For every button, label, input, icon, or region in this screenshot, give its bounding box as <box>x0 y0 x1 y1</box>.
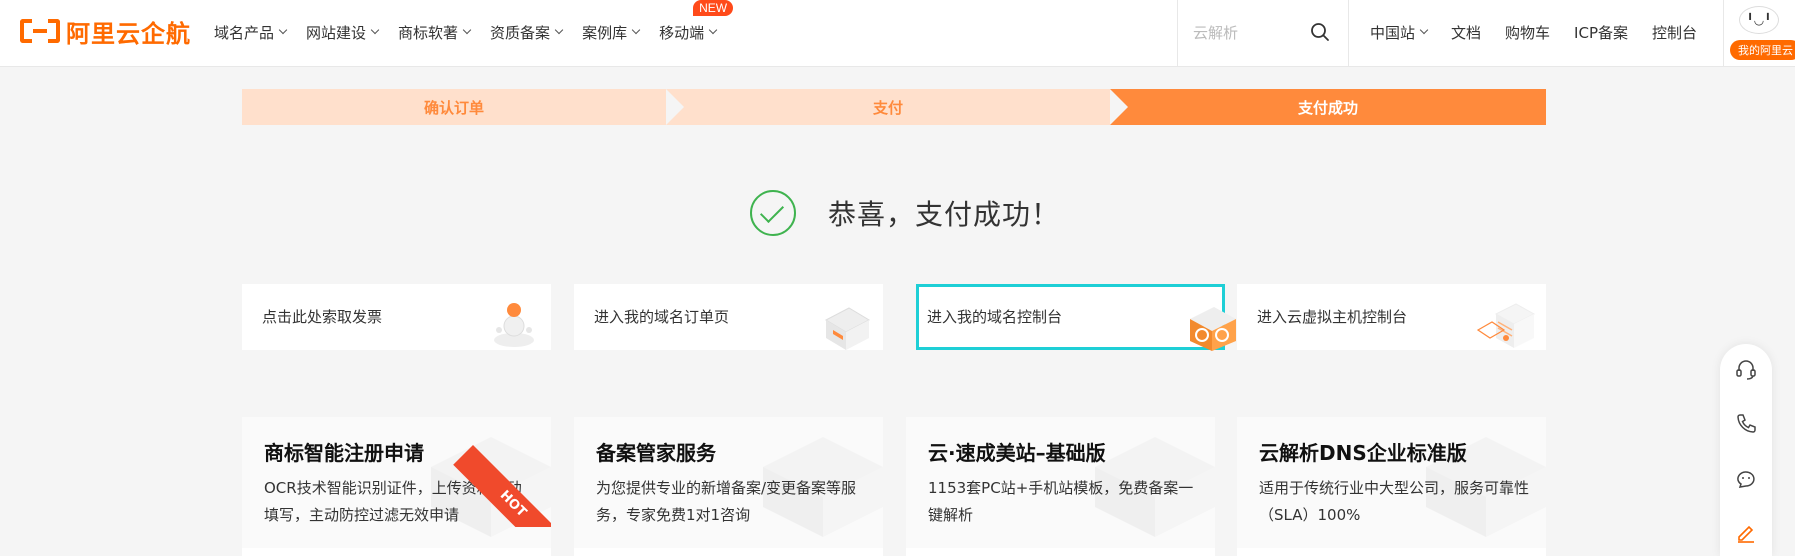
nav-console[interactable]: 控制台 <box>1652 22 1697 43</box>
nav-website-building[interactable]: 网站建设 <box>306 22 380 43</box>
chevron-down-icon <box>370 25 380 35</box>
chat-bot-icon[interactable] <box>1734 466 1758 490</box>
progress-steps: 确认订单 支付 支付成功 <box>242 89 1546 125</box>
product-title: 备案管家服务 <box>596 441 716 465</box>
chevron-down-icon <box>631 25 641 35</box>
right-nav: 中国站 文档 购物车 ICP备案 控制台 <box>1370 0 1721 64</box>
nav-qualification[interactable]: 资质备案 <box>490 22 564 43</box>
success-banner: 恭喜，支付成功！ <box>750 190 1060 236</box>
edit-feedback-icon[interactable] <box>1734 520 1758 544</box>
product-card-trademark[interactable]: 商标智能注册申请 OCR技术智能识别证件，上传资料自动填写，主动防控过滤无效申请… <box>242 417 551 556</box>
invoice-illustration-icon <box>494 303 534 347</box>
product-title: 云解析DNS企业标准版 <box>1259 441 1467 465</box>
search-box[interactable]: 云解析 <box>1177 0 1349 66</box>
product-desc: 为您提供专业的新增备案/变更备案等服务，专家免费1对1咨询 <box>596 479 857 524</box>
success-message: 恭喜，支付成功！ <box>828 198 1061 231</box>
nav-docs[interactable]: 文档 <box>1451 22 1481 43</box>
phone-icon[interactable] <box>1734 412 1758 436</box>
product-desc: 适用于传统行业中大型公司，服务可靠性（SLA）100% <box>1259 479 1530 524</box>
step-confirm-order: 确认订单 <box>242 89 666 125</box>
hot-badge: HOT <box>453 445 551 527</box>
chevron-down-icon <box>708 25 718 35</box>
nav-cart[interactable]: 购物车 <box>1505 22 1550 43</box>
product-title: 云·速成美站–基础版 <box>928 441 1106 465</box>
chevron-down-icon <box>278 25 288 35</box>
avatar-face: ╹◡╹ <box>1746 13 1772 27</box>
floating-toolbar <box>1720 344 1772 556</box>
product-card-dns[interactable]: 云解析DNS企业标准版 适用于传统行业中大型公司，服务可靠性（SLA）100% <box>1237 417 1546 556</box>
action-request-invoice[interactable]: 点击此处索取发票 <box>242 284 551 350</box>
product-desc: 1153套PC站+手机站模板，免费备案一键解析 <box>928 479 1194 524</box>
product-card-icp-service[interactable]: 备案管家服务 为您提供专业的新增备案/变更备案等服务，专家免费1对1咨询 <box>574 417 883 556</box>
chevron-down-icon <box>554 25 564 35</box>
chevron-down-icon <box>462 25 472 35</box>
step-pay-success: 支付成功 <box>1110 89 1546 125</box>
nav-domain-products[interactable]: 域名产品 <box>214 22 288 43</box>
check-circle-icon <box>750 190 796 236</box>
nav-china-site[interactable]: 中国站 <box>1370 22 1429 43</box>
logo[interactable]: 阿里云企航 <box>20 13 191 49</box>
customer-service-icon[interactable] <box>1734 358 1758 382</box>
nav-case-library[interactable]: 案例库 <box>582 22 641 43</box>
hot-ribbon: HOT <box>451 417 551 527</box>
chevron-down-icon <box>1419 25 1429 35</box>
main-nav: 域名产品 网站建设 商标软著 资质备案 案例库 移动端 NEW <box>214 0 736 64</box>
top-header: 阿里云企航 域名产品 网站建设 商标软著 资质备案 案例库 移动端 NEW 云解… <box>0 0 1795 67</box>
user-area[interactable]: ╹◡╹ 我的阿里云 <box>1723 0 1795 66</box>
search-input[interactable]: 云解析 <box>1193 22 1238 43</box>
product-title: 商标智能注册申请 <box>264 441 424 465</box>
action-domain-orders[interactable]: 进入我的域名订单页 <box>574 284 883 350</box>
nav-icp[interactable]: ICP备案 <box>1574 22 1628 43</box>
my-aliyun-button[interactable]: 我的阿里云 <box>1730 40 1795 60</box>
new-badge: NEW <box>693 0 734 16</box>
nav-mobile[interactable]: 移动端 NEW <box>659 0 734 43</box>
aliyun-logo-icon <box>20 19 60 43</box>
logo-text: 阿里云企航 <box>66 19 191 48</box>
action-host-console[interactable]: 进入云虚拟主机控制台 <box>1237 284 1546 350</box>
product-card-website-basic[interactable]: 云·速成美站–基础版 1153套PC站+手机站模板，免费备案一键解析 <box>906 417 1215 556</box>
search-icon[interactable] <box>1310 22 1330 42</box>
action-domain-console[interactable]: 进入我的域名控制台 <box>916 284 1236 351</box>
host-console-illustration-icon <box>1476 303 1536 348</box>
domain-console-illustration-icon <box>1190 307 1236 351</box>
nav-trademark[interactable]: 商标软著 <box>398 22 472 43</box>
avatar[interactable]: ╹◡╹ <box>1739 6 1779 34</box>
order-illustration-icon <box>824 307 871 350</box>
step-pay: 支付 <box>666 89 1110 125</box>
